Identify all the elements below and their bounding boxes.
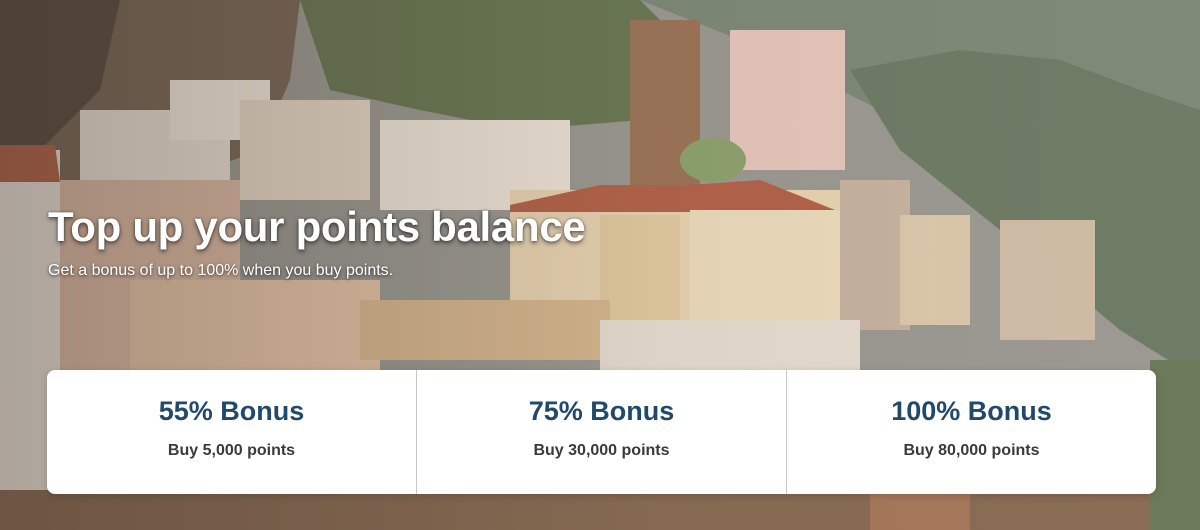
offer-buy-label: Buy 30,000 points — [533, 442, 670, 459]
offer-bonus-label: 75% Bonus — [528, 396, 675, 426]
offer-card-55-bonus[interactable]: 55% Bonus Buy 5,000 points — [47, 370, 416, 494]
offer-cards: 55% Bonus Buy 5,000 points 75% Bonus Buy… — [47, 370, 1156, 494]
offer-card-100-bonus[interactable]: 100% Bonus Buy 80,000 points — [786, 370, 1156, 494]
offer-bonus-label: 100% Bonus — [891, 396, 1052, 426]
hero-banner: Top up your points balance Get a bonus o… — [0, 0, 1200, 530]
offer-card-75-bonus[interactable]: 75% Bonus Buy 30,000 points — [416, 370, 786, 494]
offer-buy-label: Buy 80,000 points — [903, 442, 1040, 459]
page-title: Top up your points balance — [48, 203, 586, 250]
offer-buy-label: Buy 5,000 points — [167, 442, 296, 459]
page-subtitle: Get a bonus of up to 100% when you buy p… — [48, 262, 394, 279]
offer-bonus-label: 55% Bonus — [158, 396, 305, 426]
